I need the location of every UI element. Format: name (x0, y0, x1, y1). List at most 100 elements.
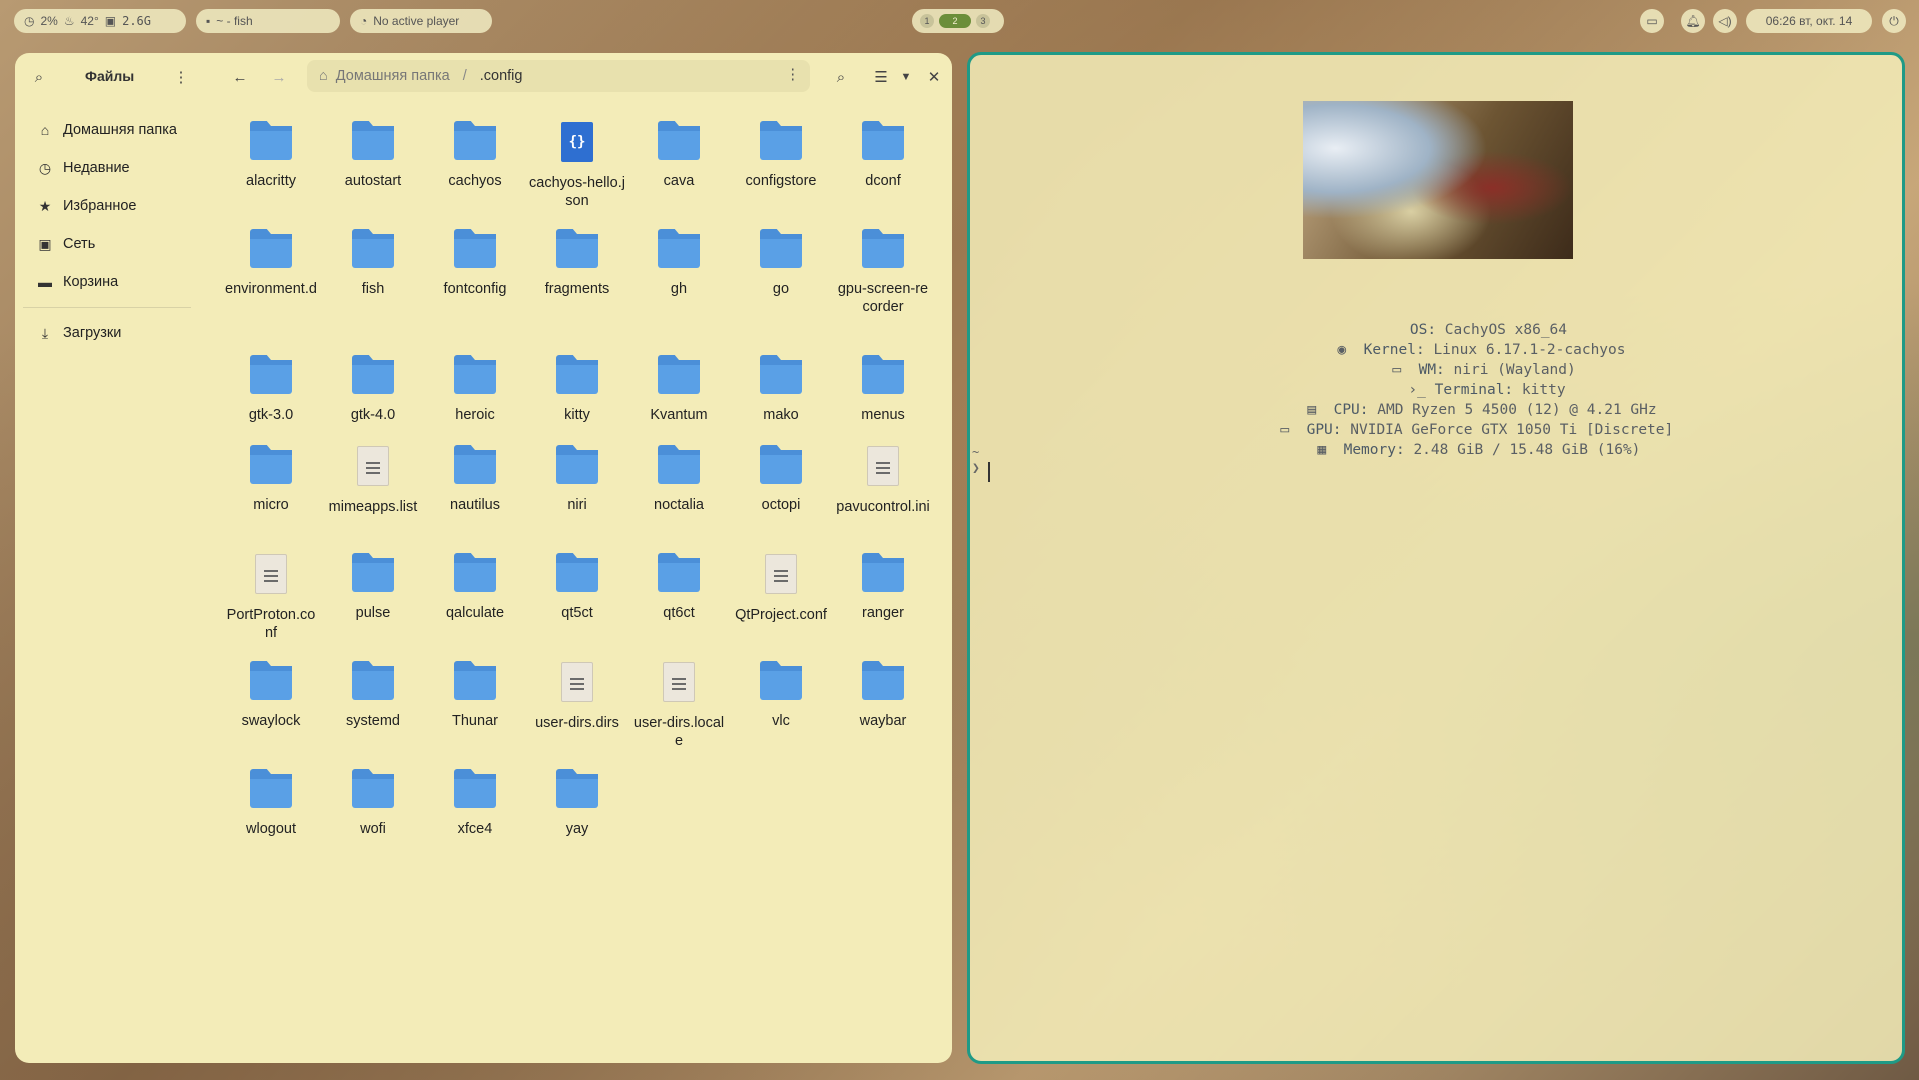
file-name: go (772, 281, 790, 297)
folder-icon (352, 126, 394, 160)
path-menu-icon[interactable]: ⋮ (786, 67, 801, 83)
active-window[interactable]: ▪ ~ - fish (196, 9, 340, 33)
system-stats: ◷ 2% ♨ 42° ▣ 2.6G (14, 9, 186, 33)
file-item[interactable]: kitty (529, 360, 625, 424)
view-options-button[interactable]: ▼ (892, 63, 920, 91)
folder-icon (352, 666, 394, 700)
folder-icon (760, 234, 802, 268)
file-item[interactable]: heroic (427, 360, 523, 424)
file-item[interactable]: qalculate (427, 558, 523, 622)
file-item[interactable]: menus (835, 360, 931, 424)
file-item[interactable]: QtProject.conf (733, 554, 829, 624)
file-item[interactable]: gtk-3.0 (223, 360, 319, 424)
terminal-window[interactable]: OS: CachyOS x86_64 ◉ Kernel: Linux 6.17.… (967, 52, 1905, 1064)
screen-record-button[interactable]: ▭ (1640, 9, 1664, 33)
sidebar-item-recent[interactable]: ◷ Недавние (15, 149, 207, 187)
file-item[interactable]: qt5ct (529, 558, 625, 622)
file-item[interactable]: Thunar (427, 666, 523, 730)
file-name: nautilus (450, 497, 500, 513)
file-item[interactable]: xfce4 (427, 774, 523, 838)
workspace-3[interactable]: 3 (976, 14, 990, 28)
search-button[interactable]: ⌕ (25, 63, 53, 91)
breadcrumb-home[interactable]: Домашняя папка (336, 68, 450, 84)
camera-icon: ▭ (1646, 14, 1658, 28)
file-item[interactable]: PortProton.conf (223, 554, 319, 642)
file-item[interactable]: noctalia (631, 450, 727, 514)
media-player[interactable]: ◔ No active player (350, 9, 492, 33)
file-item[interactable]: vlc (733, 666, 829, 730)
file-item[interactable]: pavucontrol.ini (835, 446, 931, 516)
search-icon: ⌕ (34, 68, 44, 86)
file-item[interactable]: wofi (325, 774, 421, 838)
file-name: cachyos-hello.json (529, 175, 625, 209)
file-item[interactable]: Kvantum (631, 360, 727, 424)
file-item[interactable]: {} cachyos-hello.json (529, 122, 625, 210)
close-window-button[interactable]: ✕ (920, 63, 948, 91)
file-item[interactable]: mimeapps.list (325, 446, 421, 516)
folder-icon (862, 126, 904, 160)
file-item[interactable]: qt6ct (631, 558, 727, 622)
file-item[interactable]: niri (529, 450, 625, 514)
folder-icon (352, 774, 394, 808)
file-item[interactable]: wlogout (223, 774, 319, 838)
folder-icon (556, 774, 598, 808)
volume-button[interactable]: ◁) (1713, 9, 1737, 33)
folder-icon (250, 666, 292, 700)
folder-icon (760, 450, 802, 484)
workspace-2[interactable]: 2 (939, 14, 971, 28)
back-button[interactable]: ← (226, 63, 254, 91)
file-item[interactable]: environment.d (223, 234, 319, 298)
search-in-folder-button[interactable]: ⌕ (827, 63, 855, 91)
main-menu-button[interactable]: ⋮ (167, 63, 195, 91)
file-item[interactable]: user-dirs.dirs (529, 662, 625, 732)
sidebar-item-network[interactable]: ▣ Сеть (15, 225, 207, 263)
clock[interactable]: 06:26 вт, окт. 14 (1746, 9, 1872, 33)
arrow-left-icon: ← (232, 68, 248, 86)
notifications-button[interactable]: 🔔︎ (1681, 9, 1705, 33)
file-name: dconf (865, 173, 901, 189)
file-item[interactable]: systemd (325, 666, 421, 730)
file-name: noctalia (654, 497, 704, 513)
path-bar[interactable]: ⌂ Домашняя папка / .config ⋮ (307, 60, 810, 92)
file-item[interactable]: nautilus (427, 450, 523, 514)
file-item[interactable]: user-dirs.locale (631, 662, 727, 750)
sidebar-item-starred[interactable]: ★ Избранное (15, 187, 207, 225)
file-item[interactable]: cava (631, 126, 727, 190)
file-item[interactable]: fragments (529, 234, 625, 298)
file-item[interactable]: dconf (835, 126, 931, 190)
file-name: wofi (360, 821, 386, 837)
file-item[interactable]: fish (325, 234, 421, 298)
file-item[interactable]: alacritty (223, 126, 319, 190)
file-item[interactable]: octopi (733, 450, 829, 514)
file-item[interactable]: yay (529, 774, 625, 838)
top-bar: ◷ 2% ♨ 42° ▣ 2.6G ▪ ~ - fish ◔ No active… (0, 0, 1919, 42)
sidebar-item-trash[interactable]: ▬ Корзина (15, 263, 207, 301)
active-window-title: ~ - fish (216, 14, 253, 28)
file-item[interactable]: waybar (835, 666, 931, 730)
breadcrumb-current[interactable]: .config (480, 68, 523, 84)
file-item[interactable]: configstore (733, 126, 829, 190)
forward-button[interactable]: → (265, 63, 293, 91)
sidebar-item-downloads[interactable]: ⤓ Загрузки (15, 314, 207, 352)
folder-icon (454, 666, 496, 700)
file-item[interactable]: go (733, 234, 829, 298)
file-item[interactable]: gh (631, 234, 727, 298)
file-item[interactable]: gtk-4.0 (325, 360, 421, 424)
file-name: mimeapps.list (328, 499, 418, 515)
view-mode-button[interactable]: ☰ (867, 63, 895, 91)
power-button[interactable]: ⏻ (1882, 9, 1906, 33)
file-item[interactable]: autostart (325, 126, 421, 190)
file-item[interactable]: micro (223, 450, 319, 514)
file-item[interactable]: fontconfig (427, 234, 523, 298)
workspace-1[interactable]: 1 (920, 14, 934, 28)
file-item[interactable]: pulse (325, 558, 421, 622)
file-item[interactable]: cachyos (427, 126, 523, 190)
file-item[interactable]: mako (733, 360, 829, 424)
folder-icon (250, 450, 292, 484)
text-file-icon (663, 662, 695, 702)
file-item[interactable]: gpu-screen-recorder (835, 234, 931, 316)
file-item[interactable]: swaylock (223, 666, 319, 730)
file-item[interactable]: ranger (835, 558, 931, 622)
sidebar-item-home[interactable]: ⌂ Домашняя папка (15, 111, 207, 149)
file-manager-window: ⌕ Файлы ⋮ ⌂ Домашняя папка ◷ Недавние ★ … (15, 53, 952, 1063)
